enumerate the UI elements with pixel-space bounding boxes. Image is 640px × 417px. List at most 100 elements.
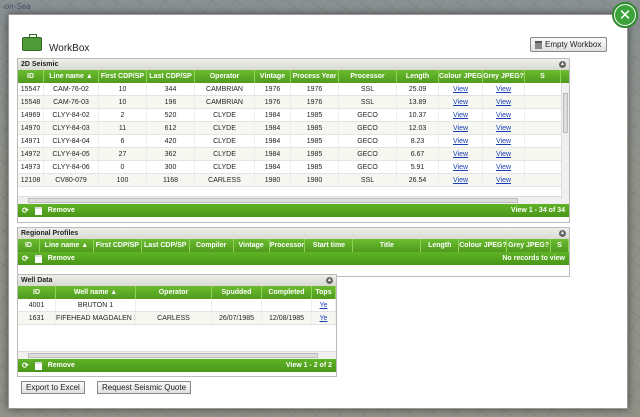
column-header[interactable]: Operator <box>136 286 212 299</box>
table-cell: 362 <box>147 148 195 160</box>
table-header: ID Line name ▲ First CDP/SP Last CDP/SP Oper… <box>18 70 569 83</box>
request-quote-button[interactable]: Request Seismic Quote <box>97 381 192 394</box>
table-cell <box>212 299 262 311</box>
column-header[interactable]: ID <box>18 70 44 83</box>
view-link[interactable]: View <box>483 161 525 173</box>
refresh-icon[interactable]: ⟳ <box>22 204 29 217</box>
table-row[interactable]: 14969 CLYY-84-02 2 520 CLYDE 1984 1985 GECO 10.3… <box>18 109 569 122</box>
column-header[interactable]: Line name ▲ <box>40 239 94 252</box>
table-row[interactable]: 14971 CLYY-84-04 6 420 CLYDE 1984 1985 GECO 8.23… <box>18 135 569 148</box>
view-link[interactable]: View <box>439 83 483 95</box>
column-header[interactable]: ID <box>18 286 56 299</box>
column-header[interactable]: First CDP/SP <box>94 239 142 252</box>
column-header[interactable]: S <box>551 239 569 252</box>
table-cell: 1976 <box>255 83 291 95</box>
table-row[interactable]: 14972 CLYY-84-05 27 362 CLYDE 1984 1985 GECO 6.6… <box>18 148 569 161</box>
column-header[interactable]: Grey JPEG? <box>507 239 552 252</box>
column-header[interactable]: Processor <box>339 70 397 83</box>
table-cell: 1985 <box>291 122 339 134</box>
column-header[interactable]: Title <box>353 239 422 252</box>
view-link[interactable]: View <box>483 83 525 95</box>
view-link[interactable]: View <box>439 161 483 173</box>
view-link[interactable]: View <box>483 174 525 186</box>
view-link[interactable]: Ye <box>312 312 336 324</box>
view-link[interactable]: Ye <box>312 299 336 311</box>
table-cell: 26/07/1985 <box>212 312 262 324</box>
view-link[interactable]: View <box>439 96 483 108</box>
table-cell: BRUTON 1 <box>56 299 136 311</box>
horizontal-scrollbar[interactable] <box>18 196 569 204</box>
column-header[interactable]: Processor <box>270 239 306 252</box>
table-row[interactable]: 12108 CV80-079 100 1168 CARLESS 1980 1980 SSL 26… <box>18 174 569 187</box>
table-cell: 1985 <box>291 161 339 173</box>
column-header[interactable]: Colour JPEG? <box>459 239 508 252</box>
column-header[interactable]: ID <box>18 239 40 252</box>
column-header[interactable]: Length <box>421 239 460 252</box>
column-header[interactable]: Line name ▲ <box>44 70 99 83</box>
table-row[interactable]: 15547 CAM-76-02 10 344 CAMBRIAN 1976 1976 SSL 25… <box>18 83 569 96</box>
view-link[interactable]: View <box>483 96 525 108</box>
view-link[interactable]: View <box>483 122 525 134</box>
view-link[interactable]: View <box>439 109 483 121</box>
column-header[interactable]: Vintage <box>234 239 270 252</box>
column-header[interactable]: Length <box>397 70 439 83</box>
column-header[interactable]: First CDP/SP <box>99 70 147 83</box>
table-row[interactable]: 14973 CLYY-84-06 0 300 CLYDE 1984 1985 GECO 5.91… <box>18 161 569 174</box>
remove-button[interactable]: Remove <box>48 204 75 217</box>
view-link[interactable]: View <box>483 148 525 160</box>
collapse-icon[interactable]: ▲ <box>326 277 333 284</box>
table-cell: 10.37 <box>397 109 439 121</box>
empty-workbox-button[interactable]: Empty Workbox <box>530 37 607 52</box>
view-link[interactable]: View <box>439 135 483 147</box>
view-link[interactable]: View <box>439 174 483 186</box>
column-header[interactable]: Grey JPEG? <box>483 70 525 83</box>
column-header[interactable]: Last CDP/SP <box>147 70 195 83</box>
column-header[interactable]: Completed <box>262 286 312 299</box>
table-cell: 1976 <box>291 96 339 108</box>
close-button[interactable]: ✕ <box>612 2 638 28</box>
panel-title: 2D Seismic <box>21 61 59 68</box>
table-cell: CLYY-84-05 <box>44 148 99 160</box>
export-excel-button[interactable]: Export to Excel <box>21 381 85 394</box>
collapse-icon[interactable]: ▲ <box>559 230 566 237</box>
table-cell: 15548 <box>18 96 44 108</box>
column-header[interactable]: Compiler <box>190 239 234 252</box>
column-header[interactable]: Process Year <box>291 70 339 83</box>
column-header[interactable]: Start time <box>305 239 354 252</box>
column-header[interactable]: Spudded <box>212 286 262 299</box>
view-link[interactable]: View <box>439 148 483 160</box>
table-cell: CAMBRIAN <box>195 83 255 95</box>
trash-icon <box>34 206 42 215</box>
refresh-icon[interactable]: ⟳ <box>22 252 29 265</box>
vertical-scrollbar[interactable] <box>561 83 569 199</box>
remove-button[interactable]: Remove <box>48 359 75 372</box>
collapse-icon[interactable]: ▲ <box>559 61 566 68</box>
column-header[interactable]: Operator <box>195 70 255 83</box>
view-link[interactable]: View <box>439 122 483 134</box>
view-link[interactable]: View <box>483 135 525 147</box>
table-cell: 13.89 <box>397 96 439 108</box>
column-header[interactable]: S <box>525 70 561 83</box>
regional-profiles-panel: Regional Profiles ▲ ID Line name ▲ First C… <box>17 227 570 277</box>
column-header[interactable]: Colour JPEG? <box>439 70 483 83</box>
table-row[interactable]: 1631 FIFEHEAD MAGDALEN 1 CARLESS 26/07/1985… <box>18 312 336 325</box>
column-header[interactable]: Vintage <box>255 70 291 83</box>
table-cell: CLYDE <box>195 161 255 173</box>
table-cell: 1985 <box>291 148 339 160</box>
refresh-icon[interactable]: ⟳ <box>22 359 29 372</box>
horizontal-scrollbar[interactable] <box>18 351 336 359</box>
table-cell: FIFEHEAD MAGDALEN 1 <box>56 312 136 324</box>
column-header[interactable]: Tops <box>312 286 336 299</box>
table-row[interactable]: 14970 CLYY-84-03 11 612 CLYDE 1984 1985 GECO 12.… <box>18 122 569 135</box>
table-cell: CLYY-84-02 <box>44 109 99 121</box>
table-cell: 344 <box>147 83 195 95</box>
trash-icon <box>34 361 42 370</box>
remove-button[interactable]: Remove <box>48 252 75 265</box>
table-row[interactable]: 15548 CAM-76-03 10 196 CAMBRIAN 1976 1976 SSL 13… <box>18 96 569 109</box>
column-header[interactable]: Well name ▲ <box>56 286 136 299</box>
view-link[interactable]: View <box>483 109 525 121</box>
table-row[interactable]: 4001 BRUTON 1 Ye <box>18 299 336 312</box>
panel-title: Regional Profiles <box>21 230 79 237</box>
column-header[interactable]: Last CDP/SP <box>142 239 190 252</box>
table-cell: 14972 <box>18 148 44 160</box>
